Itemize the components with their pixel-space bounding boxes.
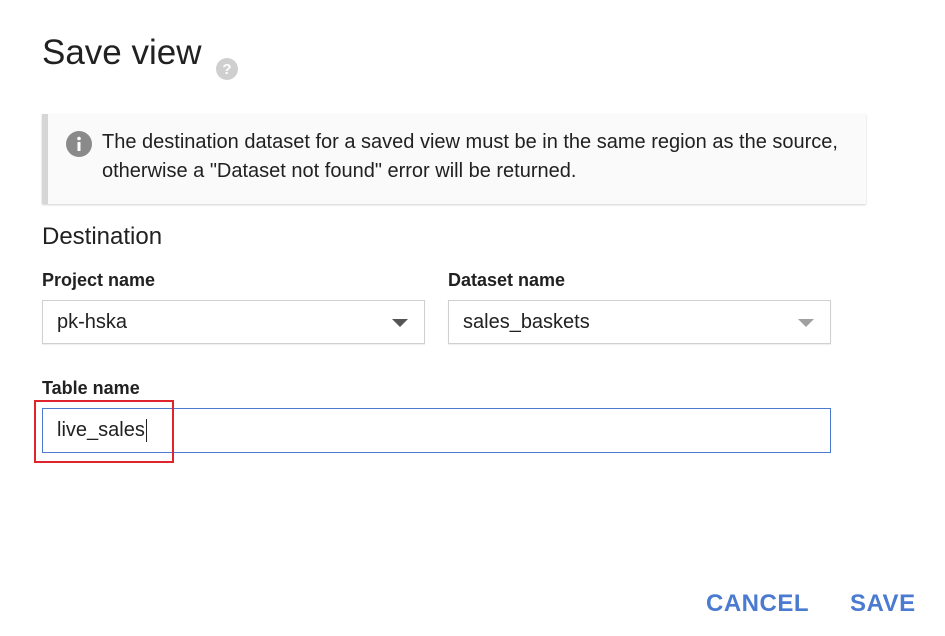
dataset-name-select[interactable]: sales_baskets [448,300,831,344]
cancel-button[interactable]: CANCEL [706,590,809,618]
chevron-down-icon [392,319,408,327]
svg-text:?: ? [222,61,231,78]
save-view-dialog: Save view ? The destination dataset for … [0,0,945,636]
destination-heading: Destination [42,223,163,250]
save-button[interactable]: SAVE [850,590,916,618]
info-icon [66,131,92,157]
chevron-down-icon [798,319,814,327]
dialog-title-text: Save view [42,33,202,72]
annotation-highlight [34,400,174,463]
dataset-name-value: sales_baskets [463,311,590,333]
table-name-label: Table name [42,378,140,398]
dataset-name-label: Dataset name [448,270,566,290]
project-name-value: pk-hska [57,311,128,333]
help-icon[interactable]: ? [215,46,238,80]
region-notice: The destination dataset for a saved view… [42,114,866,204]
dialog-title: Save view ? [42,30,238,80]
project-name-select[interactable]: pk-hska [42,300,425,344]
project-name-label: Project name [42,270,156,290]
notice-text: The destination dataset for a saved view… [102,131,838,182]
